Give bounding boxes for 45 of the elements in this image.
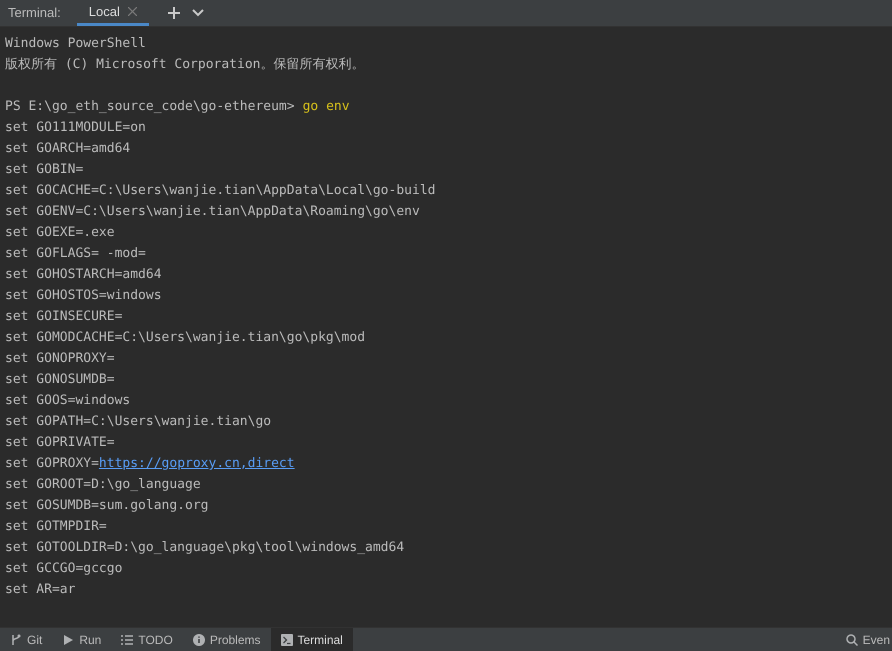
output-line: set GOHOSTARCH=amd64 [5, 266, 163, 284]
output-line: set GONOSUMDB= [5, 371, 116, 389]
output-line: set GCCGO=gccgo [5, 560, 124, 578]
tool-window-button[interactable]: Run [52, 628, 112, 651]
output-line: set GOSUMDB=sum.golang.org [5, 497, 210, 515]
output-line: Windows PowerShell [5, 35, 147, 53]
output-line: set GOARCH=amd64 [5, 140, 132, 158]
output-line: set AR=ar [5, 581, 76, 599]
output-line: set GOCACHE=C:\Users\wanjie.tian\AppData\Local\go-build [5, 182, 436, 200]
tool-window-button[interactable]: Git [0, 628, 52, 651]
output-line: set GOPROXY=https://goproxy.cn,direct [5, 455, 295, 473]
list-icon [121, 634, 134, 646]
tool-window-button[interactable]: Terminal [270, 628, 353, 651]
command-text: go env [302, 98, 350, 116]
terminal-tab[interactable]: Local [76, 0, 149, 26]
output-line: set GOBIN= [5, 161, 84, 179]
branch-icon [10, 634, 22, 646]
prompt-text: PS E:\go_eth_source_code\go-ethereum> [5, 98, 295, 116]
url-link[interactable]: https://goproxy.cn,direct [98, 456, 295, 471]
tool-window-button[interactable]: Even [840, 628, 892, 651]
output-line: set GO111MODULE=on [5, 119, 147, 137]
output-line: set GOINSECURE= [5, 308, 124, 326]
output-line: set GOTOOLDIR=D:\go_language\pkg\tool\windows_amd64 [5, 539, 406, 557]
output-line: set GOFLAGS= -mod= [5, 245, 147, 263]
output-line: set GOTMPDIR= [5, 518, 108, 536]
add-icon [168, 7, 180, 19]
output-line: set GOPATH=C:\Users\wanjie.tian\go [5, 413, 272, 431]
output-line: set GOMODCACHE=C:\Users\wanjie.tian\go\pkg\mod [5, 329, 366, 347]
output-line: set GOPRIVATE= [5, 434, 116, 452]
chevron-down-icon [192, 9, 204, 17]
terminal-icon [280, 634, 292, 646]
output-line: set GOEXE=.exe [5, 224, 116, 242]
output-line: 版权所有 (C) Microsoft Corporation。保留所有权利。 [5, 56, 366, 74]
tool-window-button[interactable]: Problems [182, 628, 270, 651]
tool-window-button[interactable]: TODO [111, 628, 183, 651]
output-line: set GONOPROXY= [5, 350, 116, 368]
search-icon [846, 634, 858, 646]
close-icon[interactable] [128, 7, 137, 16]
output-line: set GOROOT=D:\go_language [5, 476, 202, 494]
output-line: set GOENV=C:\Users\wanjie.tian\AppData\Roaming\go\env [5, 203, 421, 221]
play-icon [62, 634, 74, 646]
panel-title: Terminal: [7, 4, 62, 22]
output-line: set GOOS=windows [5, 392, 132, 410]
output-line: set GOHOSTOS=windows [5, 287, 163, 305]
info-icon [192, 634, 205, 646]
